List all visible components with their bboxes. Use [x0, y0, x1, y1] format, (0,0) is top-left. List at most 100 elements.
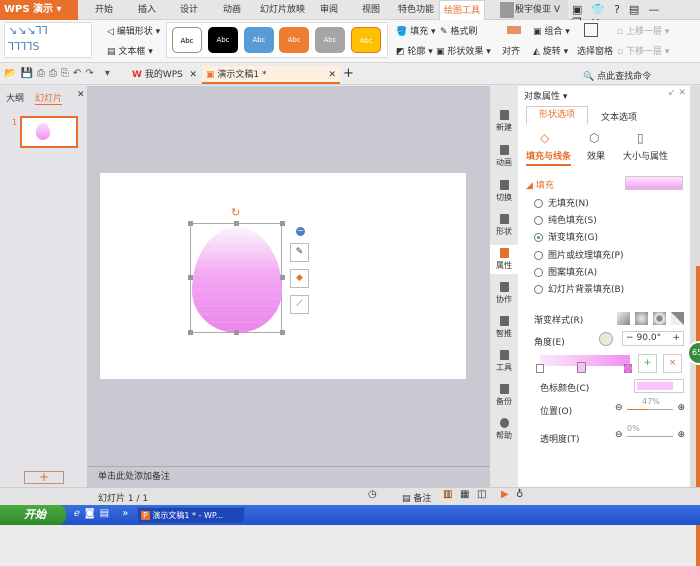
subtab-size[interactable]: 大小与属性 — [623, 149, 668, 162]
start-button[interactable]: 开始 — [0, 505, 66, 525]
style-yellow[interactable]: Abc — [351, 27, 381, 53]
side-animation[interactable]: 动画 — [490, 145, 518, 168]
fill-color-preview[interactable] — [625, 176, 683, 190]
normal-view-icon[interactable]: ▥ — [441, 489, 455, 500]
gradient-style-path[interactable] — [671, 312, 684, 325]
align-button[interactable]: 对齐 — [502, 44, 520, 57]
side-transition[interactable]: 切换 — [490, 180, 518, 203]
slide-thumbnail[interactable] — [20, 116, 78, 148]
group-button[interactable]: ▣ 组合 ▾ — [533, 24, 570, 37]
text-box-button[interactable]: ▤ 文本框 ▾ — [107, 44, 153, 57]
tab-special[interactable]: 特色功能 — [398, 0, 434, 20]
close-icon[interactable]: ✕ — [189, 66, 197, 84]
quick-access-icons[interactable]: 📂💾⎙⎙⎘↶↷ ▾ — [4, 68, 114, 79]
panel-controls[interactable]: ↙ ✕ — [668, 88, 686, 98]
close-icon[interactable]: ✕ — [328, 66, 336, 84]
send-backward-button[interactable]: ▫ 下移一层 ▾ — [617, 44, 669, 57]
side-properties[interactable]: 属性 — [490, 245, 518, 274]
panel-scrollbar[interactable] — [690, 86, 700, 566]
new-tab-button[interactable]: + — [343, 66, 354, 81]
tab-drawing-tools[interactable]: 绘图工具 — [439, 0, 486, 20]
fill-option-radio[interactable]: 无填充(N) — [534, 196, 589, 209]
style-gray[interactable]: Abc — [315, 27, 345, 53]
fill-option-radio[interactable]: 幻灯片背景填充(B) — [534, 282, 624, 295]
fill-option-radio[interactable]: 纯色填充(S) — [534, 213, 597, 226]
side-collaborate[interactable]: 协作 — [490, 282, 518, 305]
avatar[interactable] — [500, 2, 514, 18]
fill-option-radio[interactable]: 图片或纹理填充(P) — [534, 248, 623, 261]
side-tools[interactable]: 工具 — [490, 350, 518, 373]
add-stop-button[interactable]: + — [638, 354, 657, 373]
position-slider[interactable]: ⊖ ⊕ 47% — [615, 397, 685, 415]
slide-canvas[interactable]: ↻ − ✎ ◆ ⟋ — [100, 173, 466, 379]
tab-slideshow[interactable]: 幻灯片放映 — [260, 0, 305, 20]
close-panel-icon[interactable]: ✕ — [77, 90, 85, 100]
tab-insert[interactable]: 插入 — [138, 0, 156, 20]
line-shapes-gallery[interactable]: ↘↘↘⅂⅂ ⅂⅂⅂⅂S — [4, 22, 92, 58]
gradient-stop-3[interactable] — [624, 364, 632, 373]
rotate-handle-icon[interactable]: ↻ — [231, 206, 240, 219]
angle-value[interactable]: 90.0° — [637, 333, 662, 343]
outline-button[interactable]: ◩ 轮廓 ▾ — [396, 44, 433, 57]
reading-view-icon[interactable]: ◫ — [477, 489, 486, 500]
radio-icon[interactable] — [534, 199, 543, 208]
tab-view[interactable]: 视图 — [362, 0, 380, 20]
style-black[interactable]: Abc — [208, 27, 238, 53]
fill-option-radio[interactable]: 图案填充(A) — [534, 265, 597, 278]
lightbulb-status-icon[interactable]: ♁ — [516, 489, 523, 500]
subtab-fill-line[interactable]: 填充与线条 — [526, 149, 572, 166]
quick-launch-icons[interactable]: ℯ◙▤ » — [74, 508, 133, 519]
style-orange[interactable]: Abc — [279, 27, 309, 53]
side-help[interactable]: 帮助 — [490, 418, 518, 441]
gradient-style-rect[interactable] — [653, 312, 666, 325]
radio-icon[interactable] — [534, 216, 543, 226]
gradient-style-linear[interactable] — [617, 312, 630, 325]
tab-text-options[interactable]: 文本选项 — [601, 110, 637, 123]
subtab-effects[interactable]: 效果 — [587, 149, 605, 162]
radio-icon[interactable] — [534, 267, 543, 277]
fill-button[interactable]: 🪣 填充 ▾ — [396, 24, 435, 37]
tab-animation[interactable]: 动画 — [223, 0, 241, 20]
wps-menu-button[interactable]: WPS 演示 ▾ — [0, 0, 78, 20]
edit-shape-float-icon[interactable]: ✎ — [290, 243, 309, 262]
panel-title[interactable]: 对象属性 ▾ — [524, 89, 567, 102]
radio-icon[interactable] — [534, 285, 543, 294]
shape-effects-button[interactable]: ▣ 形状效果 ▾ — [436, 44, 491, 57]
taskbar-window[interactable]: P 演示文稿1 * - WP... — [137, 507, 245, 524]
gradient-stop-2[interactable] — [577, 362, 586, 373]
remove-stop-button[interactable]: × — [663, 354, 682, 373]
outline-float-icon[interactable]: ⟋ — [290, 295, 309, 314]
transparency-slider[interactable]: ⊖ ⊕ 0% — [615, 424, 685, 442]
tab-home[interactable]: 开始 — [95, 0, 113, 20]
stop-color-dropdown[interactable] — [634, 379, 684, 393]
radio-icon[interactable] — [534, 233, 543, 243]
format-painter-button[interactable]: ✎ 格式刷 — [440, 24, 477, 37]
tab-review[interactable]: 审阅 — [320, 0, 338, 20]
history-icon[interactable]: ◷ — [368, 489, 377, 500]
gradient-stop-1[interactable] — [536, 364, 544, 373]
bring-forward-button[interactable]: ▫ 上移一层 ▾ — [617, 24, 669, 37]
doc-tab-presentation[interactable]: ▣ 演示文稿1 * ✕ — [202, 66, 340, 84]
notes-toggle[interactable]: ▤ 备注 — [402, 491, 431, 504]
selection-pane-button[interactable]: 选择窗格 — [577, 44, 613, 57]
user-name[interactable]: 殷宇俊亚 V — [515, 0, 568, 20]
tab-design[interactable]: 设计 — [180, 0, 198, 20]
style-white[interactable]: Abc — [172, 27, 202, 53]
angle-stepper[interactable]: −90.0° + — [622, 331, 684, 346]
fill-float-icon[interactable]: ◆ — [290, 269, 309, 288]
sorter-view-icon[interactable]: ▦ — [460, 489, 469, 500]
collapse-icon[interactable]: − — [296, 227, 305, 236]
tab-slides[interactable]: 幻灯片 — [35, 91, 63, 105]
decrement-button[interactable]: − — [623, 333, 637, 343]
slideshow-icon[interactable]: ▶ — [501, 489, 509, 500]
increment-button[interactable]: + — [672, 332, 683, 345]
tab-shape-options[interactable]: 形状选项 — [526, 106, 588, 124]
fill-option-radio[interactable]: 渐变填充(G) — [534, 230, 598, 243]
fill-section-header[interactable]: ◢ 填充 — [526, 178, 554, 191]
side-new[interactable]: 新建 — [490, 110, 518, 133]
angle-dial[interactable] — [599, 332, 613, 346]
style-blue[interactable]: Abc — [244, 27, 274, 53]
notes-area[interactable]: 单击此处添加备注 — [88, 466, 490, 487]
radio-icon[interactable] — [534, 250, 543, 260]
add-slide-button[interactable]: + — [24, 471, 64, 484]
